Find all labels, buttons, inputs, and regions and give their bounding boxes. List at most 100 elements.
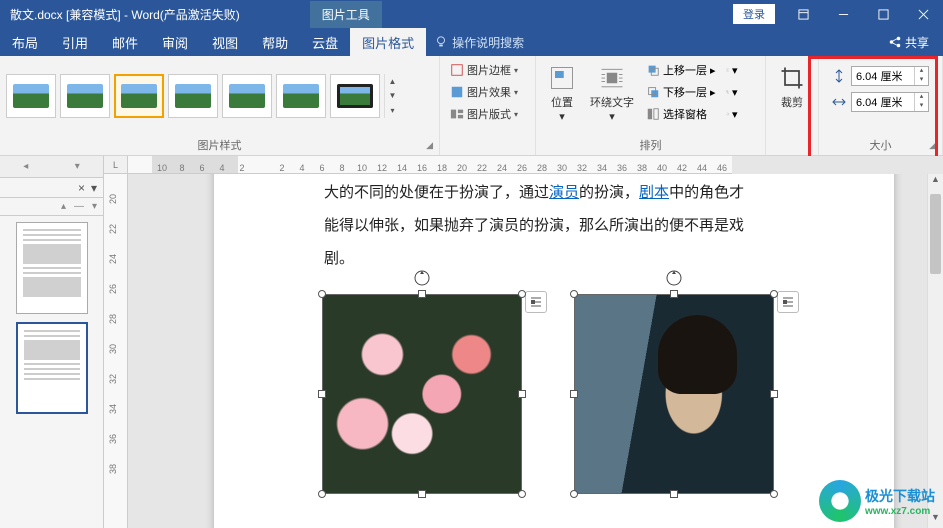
nav-next[interactable]: ▾: [92, 201, 97, 212]
navigation-pane: ◂ ▾ × ▾ ▴ — ▾: [0, 156, 104, 528]
resize-handle[interactable]: [418, 490, 426, 498]
tab-help[interactable]: 帮助: [250, 28, 300, 56]
nav-tab-dropdown[interactable]: ▾: [52, 156, 104, 177]
picture-layout-button[interactable]: 图片版式▾: [446, 104, 529, 124]
crop-button[interactable]: 裁剪: [772, 60, 812, 110]
rotate-handle[interactable]: [413, 269, 431, 287]
tab-layout[interactable]: 布局: [0, 28, 50, 56]
selected-image-man[interactable]: [574, 294, 774, 494]
backward-icon: [646, 85, 660, 99]
position-button[interactable]: 位置▾: [542, 60, 582, 123]
resize-handle[interactable]: [518, 290, 526, 298]
layout-options-button[interactable]: [777, 291, 799, 313]
rotate-button[interactable]: ▾: [722, 104, 742, 124]
resize-handle[interactable]: [518, 490, 526, 498]
document-page[interactable]: 大的不同的处便在于扮演了，通过演员的扮演，剧本中的角色才 能得以伸张，如果抛弃了…: [214, 174, 894, 528]
nav-close-button[interactable]: ×: [78, 181, 85, 195]
page-thumbnail[interactable]: [16, 222, 88, 314]
resize-handle[interactable]: [318, 490, 326, 498]
document-title: 散文.docx [兼容模式] - Word(产品激活失败): [0, 6, 240, 23]
style-thumb[interactable]: [6, 74, 56, 118]
minimize-button[interactable]: [823, 0, 863, 28]
picture-effects-button[interactable]: 图片效果▾: [446, 82, 529, 102]
gallery-more-button[interactable]: ▲▼▾: [384, 74, 400, 118]
style-thumb-selected[interactable]: [114, 74, 164, 118]
ribbon-options-button[interactable]: [783, 0, 823, 28]
width-icon: [831, 94, 847, 110]
spinner-up[interactable]: ▴: [915, 93, 928, 102]
style-thumb[interactable]: [276, 74, 326, 118]
style-thumb[interactable]: [60, 74, 110, 118]
style-thumb[interactable]: [222, 74, 272, 118]
tell-me-search[interactable]: 操作说明搜索: [434, 34, 524, 51]
paragraph[interactable]: 剧。: [324, 243, 842, 276]
tab-mailings[interactable]: 邮件: [100, 28, 150, 56]
spinner-down[interactable]: ▾: [915, 102, 928, 111]
watermark-text: 极光下载站: [865, 488, 935, 504]
picture-border-button[interactable]: 图片边框▾: [446, 60, 529, 80]
resize-handle[interactable]: [770, 290, 778, 298]
nav-prev[interactable]: ▴: [61, 201, 66, 212]
horizontal-ruler[interactable]: 1086422468101214161820222426283032343638…: [128, 156, 732, 174]
vertical-ruler[interactable]: 20 22 24 26 28 30 32 34 36 38: [104, 174, 128, 528]
resize-handle[interactable]: [318, 290, 326, 298]
height-input[interactable]: 6.04 厘米▴▾: [851, 66, 929, 86]
resize-handle[interactable]: [570, 390, 578, 398]
paragraph[interactable]: 大的不同的处便在于扮演了，通过演员的扮演，剧本中的角色才: [324, 176, 842, 210]
resize-handle[interactable]: [518, 390, 526, 398]
resize-handle[interactable]: [570, 290, 578, 298]
page-thumbnail-active[interactable]: [16, 322, 88, 414]
scroll-up[interactable]: ▲: [928, 174, 943, 190]
wrap-text-button[interactable]: 环绕文字▾: [584, 60, 640, 123]
group-size: 6.04 厘米▴▾ 6.04 厘米▴▾ 大小 ◢: [819, 56, 943, 155]
selection-pane-button[interactable]: 选择窗格: [642, 104, 720, 124]
resize-handle[interactable]: [670, 290, 678, 298]
bring-forward-button[interactable]: 上移一层▸: [642, 60, 720, 80]
dialog-launcher-icon[interactable]: ◢: [929, 140, 936, 151]
group-button[interactable]: ▾: [722, 82, 742, 102]
paragraph[interactable]: 能得以伸张，如果抛弃了演员的扮演，那么所演出的便不再是戏: [324, 210, 842, 243]
nav-sep: —: [74, 201, 84, 212]
nav-tab[interactable]: ◂: [0, 156, 52, 177]
selected-image-roses[interactable]: [322, 294, 522, 494]
login-button[interactable]: 登录: [733, 4, 775, 24]
scrollbar-thumb[interactable]: [930, 194, 941, 274]
spinner-down[interactable]: ▾: [915, 76, 928, 85]
close-window-button[interactable]: [903, 0, 943, 28]
hyperlink[interactable]: 剧本: [639, 184, 669, 201]
watermark-logo-icon: [819, 480, 861, 522]
align-button[interactable]: ▾: [722, 60, 742, 80]
resize-handle[interactable]: [670, 490, 678, 498]
workspace: ◂ ▾ × ▾ ▴ — ▾ L 108642246810121416182022…: [0, 156, 943, 528]
share-icon: [888, 35, 902, 49]
width-input[interactable]: 6.04 厘米▴▾: [851, 92, 929, 112]
width-control: 6.04 厘米▴▾: [831, 92, 930, 112]
style-thumb[interactable]: [330, 74, 380, 118]
hyperlink[interactable]: 演员: [549, 184, 579, 201]
vertical-scrollbar[interactable]: ▲ ▼: [927, 174, 943, 528]
layout-options-button[interactable]: [525, 291, 547, 313]
nav-chevron[interactable]: ▾: [91, 181, 97, 195]
resize-handle[interactable]: [770, 490, 778, 498]
resize-handle[interactable]: [318, 390, 326, 398]
maximize-button[interactable]: [863, 0, 903, 28]
ribbon-tabs: 布局 引用 邮件 审阅 视图 帮助 云盘 图片格式 操作说明搜索 共享: [0, 28, 943, 56]
group-label: 大小: [870, 137, 892, 153]
tab-picture-format[interactable]: 图片格式: [350, 28, 426, 56]
resize-handle[interactable]: [570, 490, 578, 498]
rotate-handle[interactable]: [665, 269, 683, 287]
send-backward-button[interactable]: 下移一层▸: [642, 82, 720, 102]
tab-view[interactable]: 视图: [200, 28, 250, 56]
tab-references[interactable]: 引用: [50, 28, 100, 56]
image-content: [575, 295, 773, 493]
tab-yunpan[interactable]: 云盘: [300, 28, 350, 56]
style-thumb[interactable]: [168, 74, 218, 118]
picture-styles-gallery[interactable]: ▲▼▾: [6, 60, 433, 132]
resize-handle[interactable]: [418, 290, 426, 298]
resize-handle[interactable]: [770, 390, 778, 398]
share-button[interactable]: 共享: [874, 34, 943, 51]
dialog-launcher-icon[interactable]: ◢: [426, 140, 433, 151]
tab-review[interactable]: 审阅: [150, 28, 200, 56]
spinner-up[interactable]: ▴: [915, 67, 928, 76]
group-icon: [726, 85, 729, 99]
